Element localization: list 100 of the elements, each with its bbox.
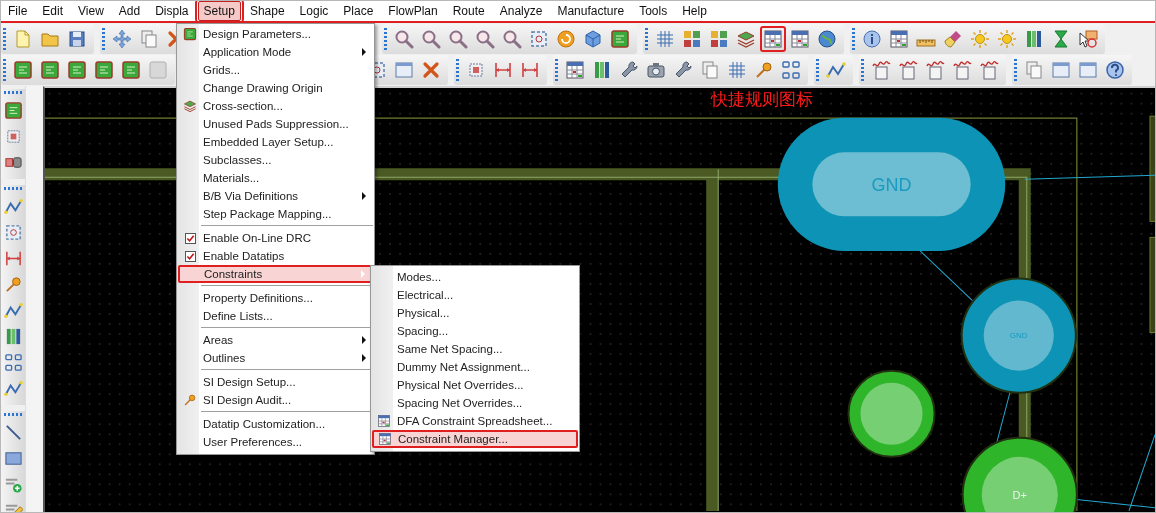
- menu-item[interactable]: Cross-section...: [178, 97, 373, 115]
- sun-icon[interactable]: [997, 29, 1017, 49]
- checkbox[interactable]: [184, 250, 196, 262]
- frame-icon[interactable]: [3, 222, 23, 242]
- grid-icon[interactable]: [727, 60, 747, 80]
- menu-item[interactable]: Place: [337, 1, 380, 21]
- tiles-icon[interactable]: [709, 29, 729, 49]
- copy-icon[interactable]: [700, 60, 720, 80]
- menu-item[interactable]: Physical...: [372, 304, 578, 322]
- waveform-icon[interactable]: [871, 60, 891, 80]
- zoom-icon[interactable]: [448, 29, 468, 49]
- menu-item[interactable]: Enable Datatips: [178, 247, 373, 265]
- menu-item[interactable]: Property Definitions...: [178, 289, 373, 307]
- help-icon[interactable]: [1105, 60, 1125, 80]
- tiles-icon[interactable]: [682, 29, 702, 49]
- menu-item[interactable]: Setup: [197, 1, 241, 21]
- route-icon[interactable]: [3, 378, 23, 398]
- menu-item[interactable]: Spacing...: [372, 322, 578, 340]
- menu-item[interactable]: Physical Net Overrides...: [372, 376, 578, 394]
- menu-item[interactable]: Constraints: [178, 265, 373, 283]
- move-icon[interactable]: [112, 29, 132, 49]
- menu-item[interactable]: Grids...: [178, 61, 373, 79]
- zoom-icon[interactable]: [421, 29, 441, 49]
- menu-item[interactable]: Outlines: [178, 349, 373, 367]
- dimension-icon[interactable]: [520, 60, 540, 80]
- waveform-icon[interactable]: [979, 60, 999, 80]
- route-icon[interactable]: [3, 300, 23, 320]
- brush-icon[interactable]: [943, 29, 963, 49]
- route-icon[interactable]: [3, 196, 23, 216]
- menu-item[interactable]: Change Drawing Origin: [178, 79, 373, 97]
- menu-item[interactable]: Datatip Customization...: [178, 415, 373, 433]
- camera-icon[interactable]: [646, 60, 666, 80]
- pin-grid-icon[interactable]: [781, 60, 801, 80]
- table-icon[interactable]: [790, 29, 810, 49]
- dimension-icon[interactable]: [493, 60, 513, 80]
- wrench-icon[interactable]: [673, 60, 693, 80]
- cursor-icon[interactable]: [1078, 29, 1098, 49]
- probe-icon[interactable]: [754, 60, 774, 80]
- waveform-icon[interactable]: [925, 60, 945, 80]
- window-icon[interactable]: [1078, 60, 1098, 80]
- menu-item[interactable]: Subclasses...: [178, 151, 373, 169]
- menu-item[interactable]: SI Design Audit...: [178, 391, 373, 409]
- menu-item[interactable]: Help: [676, 1, 713, 21]
- menu-item[interactable]: Areas: [178, 331, 373, 349]
- window-icon[interactable]: [394, 60, 414, 80]
- menu-item[interactable]: FlowPlan: [382, 1, 444, 21]
- menu-item[interactable]: Design Parameters...: [178, 25, 373, 43]
- layers-icon[interactable]: [736, 29, 756, 49]
- cube-icon[interactable]: [583, 29, 603, 49]
- copy-icon[interactable]: [1024, 60, 1044, 80]
- window-icon[interactable]: [1051, 60, 1071, 80]
- menu-item[interactable]: Tools: [633, 1, 674, 21]
- board-icon[interactable]: [3, 100, 23, 120]
- menu-item[interactable]: Constraint Manager...: [372, 430, 578, 448]
- menu-item[interactable]: Modes...: [372, 268, 578, 286]
- waveform-icon[interactable]: [898, 60, 918, 80]
- grid-icon[interactable]: [655, 29, 675, 49]
- menu-item[interactable]: Add: [112, 1, 147, 21]
- wrench-icon[interactable]: [619, 60, 639, 80]
- menu-item[interactable]: B/B Via Definitions: [178, 187, 373, 205]
- checkbox[interactable]: [184, 232, 196, 244]
- menu-item[interactable]: DFA Constraint Spreadsheet...: [372, 412, 578, 430]
- menu-item[interactable]: Enable On-Line DRC: [178, 229, 373, 247]
- zoom-icon[interactable]: [394, 29, 414, 49]
- menu-item[interactable]: Displa: [149, 1, 195, 21]
- table-icon[interactable]: [565, 60, 585, 80]
- waveform-icon[interactable]: [952, 60, 972, 80]
- board-icon[interactable]: [610, 29, 630, 49]
- menu-item[interactable]: User Preferences...: [178, 433, 373, 451]
- hourglass-icon[interactable]: [1051, 29, 1071, 49]
- board-icon[interactable]: [13, 60, 33, 80]
- menu-item[interactable]: Same Net Spacing...: [372, 340, 578, 358]
- board-icon[interactable]: [40, 60, 60, 80]
- frame-icon[interactable]: [529, 29, 549, 49]
- board-icon[interactable]: [121, 60, 141, 80]
- line-icon[interactable]: [3, 422, 23, 442]
- menu-item[interactable]: Edit: [36, 1, 70, 21]
- menu-item[interactable]: Logic: [293, 1, 335, 21]
- menu-item[interactable]: Embedded Layer Setup...: [178, 133, 373, 151]
- copy-icon[interactable]: [139, 29, 159, 49]
- info-icon[interactable]: [862, 29, 882, 49]
- bars-icon[interactable]: [592, 60, 612, 80]
- board-icon[interactable]: [94, 60, 114, 80]
- menu-item[interactable]: Analyze: [493, 1, 549, 21]
- save-icon[interactable]: [67, 29, 87, 49]
- menu-item[interactable]: SI Design Setup...: [178, 373, 373, 391]
- menu-item[interactable]: Materials...: [178, 169, 373, 187]
- route-icon[interactable]: [826, 60, 846, 80]
- zoom-icon[interactable]: [502, 29, 522, 49]
- table-icon[interactable]: [889, 29, 909, 49]
- bars-icon[interactable]: [1024, 29, 1044, 49]
- probe-icon[interactable]: [3, 274, 23, 294]
- globe-icon[interactable]: [817, 29, 837, 49]
- menu-item[interactable]: Electrical...: [372, 286, 578, 304]
- menu-item[interactable]: Shape: [243, 1, 291, 21]
- menu-item[interactable]: Step Package Mapping...: [178, 205, 373, 223]
- menu-item[interactable]: Spacing Net Overrides...: [372, 394, 578, 412]
- menu-item[interactable]: Dummy Net Assignment...: [372, 358, 578, 376]
- menu-item[interactable]: Manufacture: [551, 1, 631, 21]
- delete-icon[interactable]: [421, 60, 441, 80]
